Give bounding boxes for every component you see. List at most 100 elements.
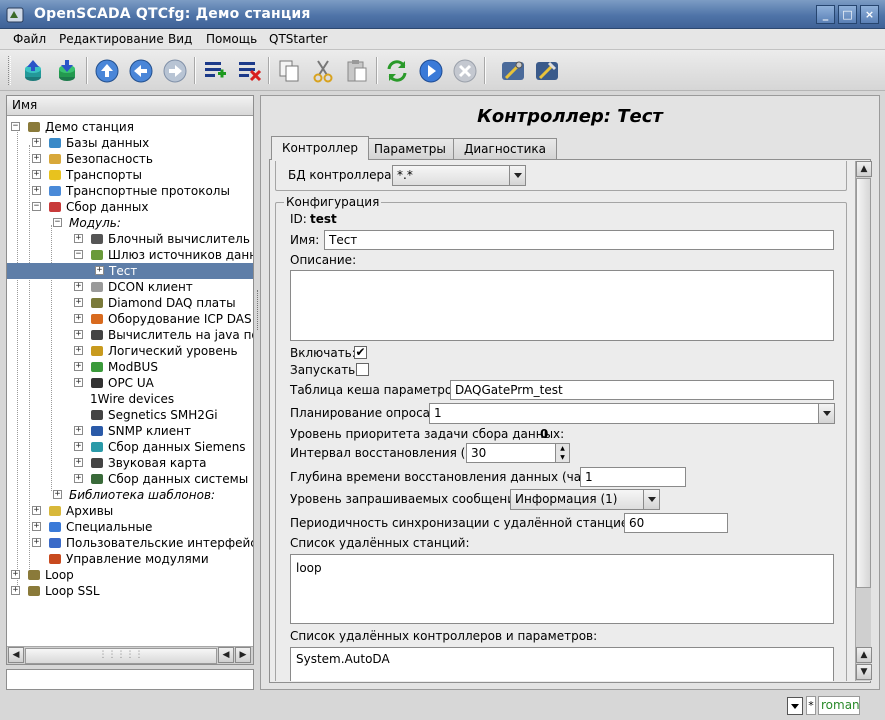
tree-item[interactable]: + Логический уровень bbox=[7, 343, 253, 359]
scroll-area[interactable]: БД контроллера: *.* Конфигурация ID: tes… bbox=[271, 161, 851, 681]
content-vertical-scrollbar[interactable]: ▲ ▲ ▼ bbox=[855, 161, 872, 681]
tree-item[interactable]: + Транспортные протоколы bbox=[7, 183, 253, 199]
expand-icon[interactable]: + bbox=[32, 538, 41, 547]
scroll-thumb[interactable] bbox=[856, 178, 871, 588]
expand-icon[interactable]: + bbox=[74, 458, 83, 467]
refresh-button[interactable] bbox=[382, 56, 412, 86]
forward-button[interactable] bbox=[160, 56, 190, 86]
tool-button[interactable] bbox=[498, 56, 528, 86]
spin-down-icon[interactable]: ▼ bbox=[556, 453, 569, 462]
description-textarea[interactable] bbox=[290, 270, 834, 341]
expand-icon[interactable]: + bbox=[11, 570, 20, 579]
expand-icon[interactable]: + bbox=[11, 586, 20, 595]
tree-item[interactable]: Segnetics SMH2Gi bbox=[7, 407, 253, 423]
expand-icon[interactable]: + bbox=[74, 474, 83, 483]
restore-depth-input[interactable]: 1 bbox=[580, 467, 686, 487]
enable-checkbox[interactable]: ✔ bbox=[354, 346, 367, 359]
tree-item[interactable]: + Библиотека шаблонов: bbox=[7, 487, 253, 503]
menu-view[interactable]: Вид bbox=[168, 32, 192, 46]
scroll-left-button[interactable]: ◀ bbox=[218, 647, 234, 663]
expand-icon[interactable]: + bbox=[74, 234, 83, 243]
tree-item[interactable]: − Шлюз источников данных bbox=[7, 247, 253, 263]
scroll-left-button[interactable]: ◀ bbox=[8, 647, 24, 663]
tab-diagnostics[interactable]: Диагностика bbox=[453, 138, 558, 159]
name-input[interactable]: Тест bbox=[324, 230, 834, 250]
tree-item[interactable]: + Блочный вычислитель bbox=[7, 231, 253, 247]
tree-item[interactable]: + Diamond DAQ платы bbox=[7, 295, 253, 311]
up-button[interactable] bbox=[92, 56, 122, 86]
menu-help[interactable]: Помощь bbox=[206, 32, 257, 46]
expand-icon[interactable]: + bbox=[32, 506, 41, 515]
back-button[interactable] bbox=[126, 56, 156, 86]
copy-button[interactable] bbox=[274, 56, 304, 86]
sync-period-input[interactable]: 60 bbox=[624, 513, 728, 533]
db-save-button[interactable] bbox=[52, 56, 82, 86]
tree-item[interactable]: + Вычислитель на java подобн bbox=[7, 327, 253, 343]
tree-item[interactable]: + DCON клиент bbox=[7, 279, 253, 295]
expand-icon[interactable]: + bbox=[32, 154, 41, 163]
tree-item[interactable]: + Звуковая карта bbox=[7, 455, 253, 471]
expand-icon[interactable]: + bbox=[74, 330, 83, 339]
delete-button[interactable] bbox=[234, 56, 264, 86]
minimize-button[interactable]: _ bbox=[816, 5, 835, 24]
tree-item[interactable]: + Loop bbox=[7, 567, 253, 583]
maximize-button[interactable]: □ bbox=[838, 5, 857, 24]
spin-up-icon[interactable]: ▲ bbox=[556, 444, 569, 453]
expand-icon[interactable]: + bbox=[74, 442, 83, 451]
collapse-icon[interactable]: − bbox=[53, 218, 62, 227]
cache-table-input[interactable]: DAQGatePrm_test bbox=[450, 380, 834, 400]
collapse-icon[interactable]: − bbox=[32, 202, 41, 211]
collapse-icon[interactable]: − bbox=[74, 250, 83, 259]
tree-item[interactable]: + Оборудование ICP DAS bbox=[7, 311, 253, 327]
tree-item[interactable]: + Архивы bbox=[7, 503, 253, 519]
navigation-tree[interactable]: − Демо станция + Базы данных + Безопасность + Т… bbox=[7, 117, 253, 644]
expand-icon[interactable]: + bbox=[32, 522, 41, 531]
db-load-button[interactable] bbox=[18, 56, 48, 86]
toolbar-grip[interactable] bbox=[8, 56, 11, 85]
remote-controllers-textarea[interactable]: System.AutoDA bbox=[290, 647, 834, 681]
tree-item[interactable]: − Демо станция bbox=[7, 119, 253, 135]
tree-column-header[interactable]: Имя bbox=[7, 96, 253, 116]
expand-icon[interactable]: + bbox=[32, 138, 41, 147]
scroll-right-button[interactable]: ▶ bbox=[235, 647, 251, 663]
cut-button[interactable] bbox=[308, 56, 338, 86]
expand-icon[interactable]: + bbox=[32, 186, 41, 195]
expand-icon[interactable]: + bbox=[74, 362, 83, 371]
tab-parameters[interactable]: Параметры bbox=[363, 138, 457, 159]
tree-item[interactable]: + Безопасность bbox=[7, 151, 253, 167]
scroll-thumb[interactable]: ⋮⋮⋮⋮⋮ bbox=[25, 648, 217, 664]
tree-item[interactable]: + ModBUS bbox=[7, 359, 253, 375]
menu-edit[interactable]: Редактирование bbox=[59, 32, 164, 46]
tool-alt-button[interactable] bbox=[532, 56, 562, 86]
expand-icon[interactable]: + bbox=[74, 298, 83, 307]
tree-item[interactable]: + SNMP клиент bbox=[7, 423, 253, 439]
menu-qtstarter[interactable]: QTStarter bbox=[269, 32, 327, 46]
tree-item[interactable]: Управление модулями bbox=[7, 551, 253, 567]
expand-icon[interactable]: + bbox=[74, 314, 83, 323]
expand-icon[interactable]: + bbox=[74, 426, 83, 435]
tree-item[interactable]: + Loop SSL bbox=[7, 583, 253, 599]
tree-item[interactable]: 1Wire devices bbox=[7, 391, 253, 407]
start-checkbox[interactable] bbox=[356, 363, 369, 376]
status-dropdown[interactable] bbox=[787, 697, 803, 715]
paste-button[interactable] bbox=[342, 56, 372, 86]
tree-item[interactable]: + Специальные bbox=[7, 519, 253, 535]
tree-item[interactable]: + OPC UA bbox=[7, 375, 253, 391]
tree-item[interactable]: + Сбор данных системы bbox=[7, 471, 253, 487]
expand-icon[interactable]: + bbox=[95, 266, 104, 275]
collapse-icon[interactable]: − bbox=[11, 122, 20, 131]
tab-controller[interactable]: Контроллер bbox=[271, 136, 369, 160]
tree-item[interactable]: + Тест bbox=[7, 263, 253, 279]
schedule-combo[interactable]: 1 bbox=[429, 403, 835, 424]
tree-item[interactable]: + Пользовательские интерфейсы bbox=[7, 535, 253, 551]
expand-icon[interactable]: + bbox=[74, 378, 83, 387]
restore-interval-spinbox[interactable]: 30 ▲ ▼ bbox=[466, 443, 570, 463]
start-button[interactable] bbox=[416, 56, 446, 86]
message-level-select[interactable]: Информация (1) bbox=[510, 489, 660, 510]
close-button[interactable]: × bbox=[860, 5, 879, 24]
scroll-up-button[interactable]: ▲ bbox=[856, 647, 872, 663]
tree-item[interactable]: + Сбор данных Siemens bbox=[7, 439, 253, 455]
expand-icon[interactable]: + bbox=[32, 170, 41, 179]
db-select[interactable]: *.* bbox=[392, 165, 526, 186]
scroll-up-button[interactable]: ▲ bbox=[856, 161, 872, 177]
